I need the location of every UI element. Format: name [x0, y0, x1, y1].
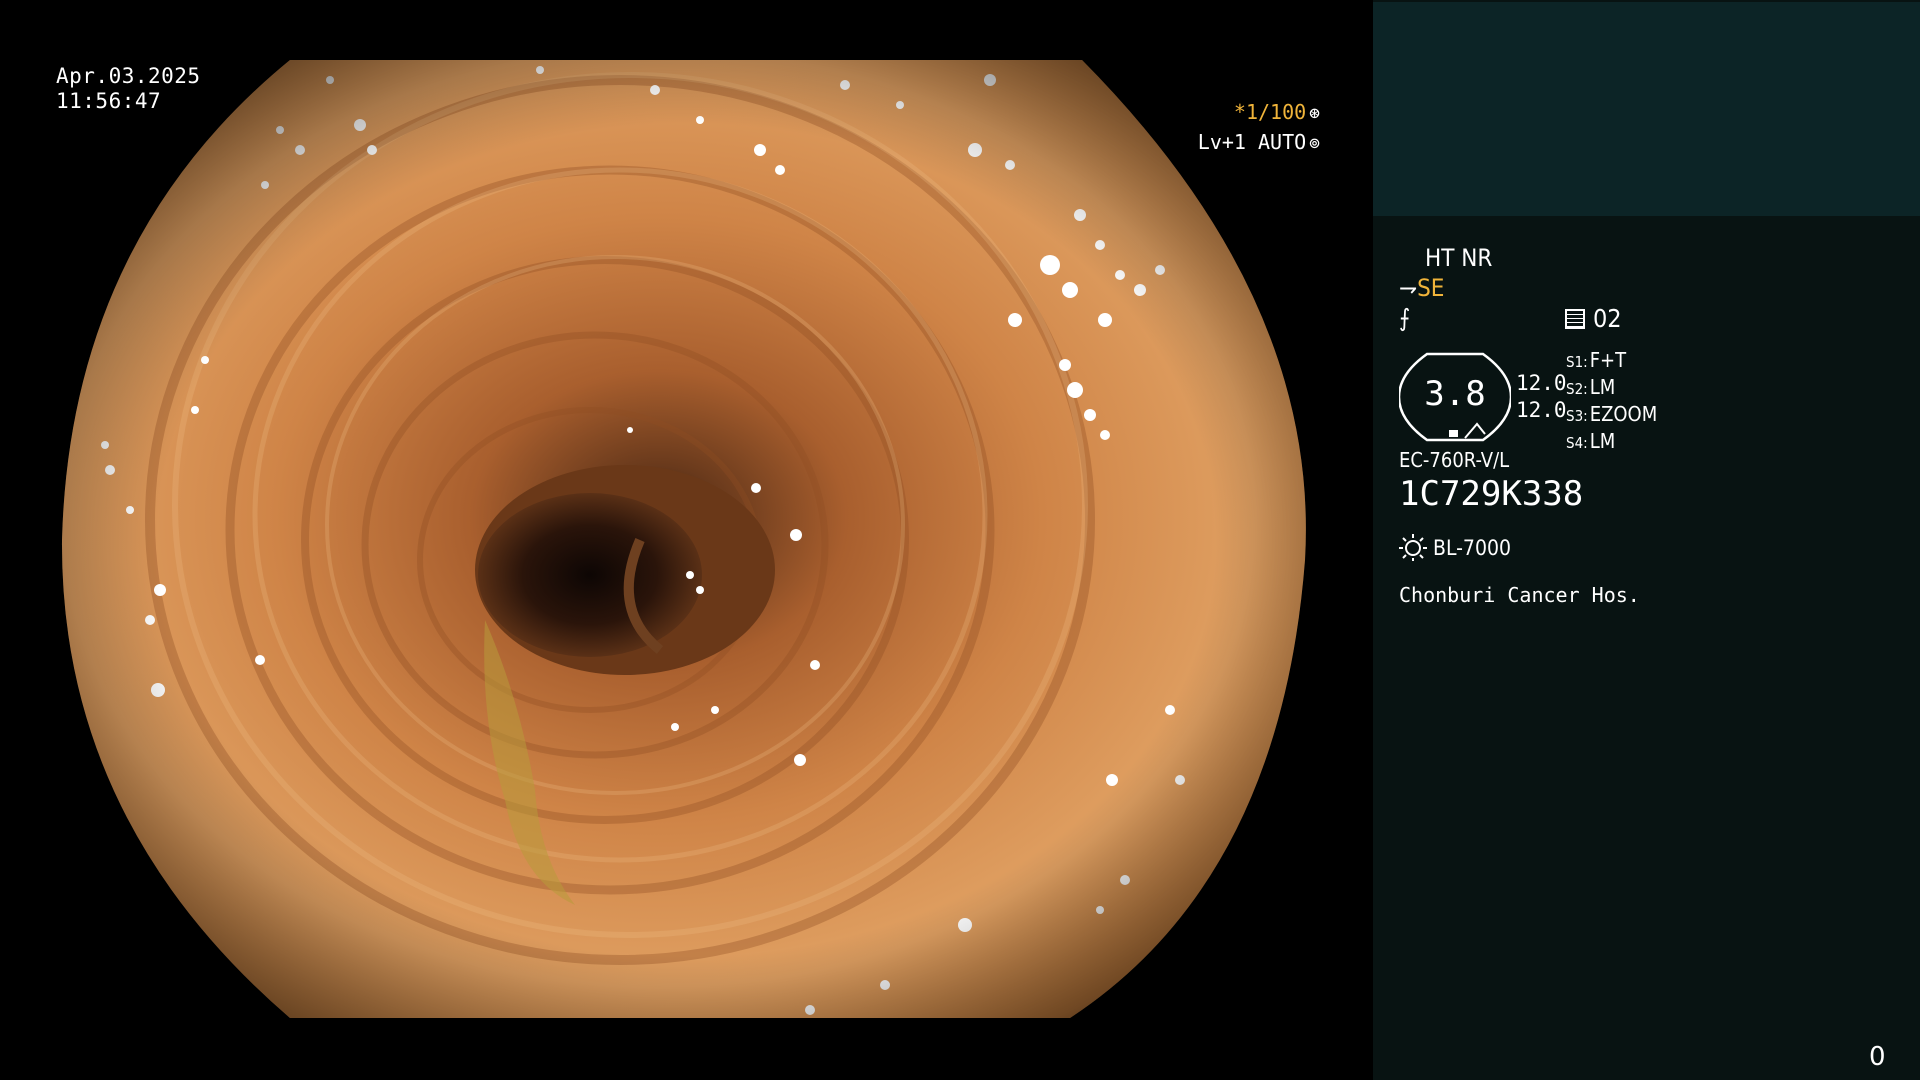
- light-source-icon: [1399, 534, 1427, 561]
- shutter-line: *1/100 ⊛: [1198, 98, 1320, 128]
- setting-row: S1: F+T: [1566, 348, 1627, 372]
- time-text: 11:56:47: [56, 89, 162, 113]
- hospital-name: Chonburi Cancer Hos.: [1399, 583, 1640, 607]
- color-icon: ⨍: [1399, 304, 1411, 332]
- image-counter: 0: [1869, 1042, 1886, 1072]
- gauge-value-1: 12.0: [1516, 371, 1567, 395]
- scope-serial: 1C729K338: [1399, 474, 1584, 514]
- enhance-icon: ⇁: [1399, 274, 1418, 302]
- date-text: Apr.03.2025: [56, 64, 201, 88]
- setting-row: S3: EZOOM: [1566, 402, 1658, 426]
- endoscope-video-view: Apr.03.2025 11:56:47 *1/100 ⊛ Lv+1 AUTO ⊚: [0, 0, 1373, 1080]
- panel-header-area: [1373, 2, 1920, 216]
- setting-row: S4: LM: [1566, 429, 1616, 453]
- zoom-value: 3.8: [1424, 374, 1486, 414]
- exposure-readout: *1/100 ⊛ Lv+1 AUTO ⊚: [1198, 98, 1320, 158]
- info-panel: HT NR ⇁SE ⨍ 02 3.8 12.0 12.0 S1: F+T S2: L…: [1373, 0, 1920, 1080]
- channel-icon: [1565, 309, 1585, 329]
- light-source-line: BL-7000: [1399, 533, 1511, 561]
- iris-line: Lv+1 AUTO ⊚: [1198, 128, 1320, 158]
- timestamp: Apr.03.2025 11:56:47: [56, 64, 201, 114]
- setting-row: S2: LM: [1566, 375, 1616, 399]
- gauge-value-2: 12.0: [1516, 398, 1567, 422]
- enhance-line: ⇁SE: [1399, 274, 1444, 302]
- endoscopy-monitor: Apr.03.2025 11:56:47 *1/100 ⊛ Lv+1 AUTO ⊚ …: [0, 0, 1920, 1080]
- iris-text: Lv+1 AUTO: [1197, 130, 1307, 154]
- colon-lumen-image: [61, 60, 1306, 1018]
- enhance-label: SE: [1417, 274, 1445, 302]
- shutter-icon: ⊛: [1309, 103, 1320, 124]
- channel-value: 02: [1593, 304, 1622, 333]
- light-source-text: BL-7000: [1433, 536, 1512, 560]
- gauge-values: 12.0 12.0: [1516, 370, 1567, 424]
- iris-icon: ⊚: [1309, 133, 1320, 154]
- shutter-text: *1/100: [1233, 100, 1307, 124]
- scope-model: EC-760R-V/L: [1399, 448, 1510, 472]
- channel-line: 02: [1565, 304, 1622, 333]
- processing-modes: HT NR: [1425, 244, 1493, 272]
- switch-settings: S1: F+T S2: LM S3: EZOOM S4: LM: [1566, 348, 1657, 456]
